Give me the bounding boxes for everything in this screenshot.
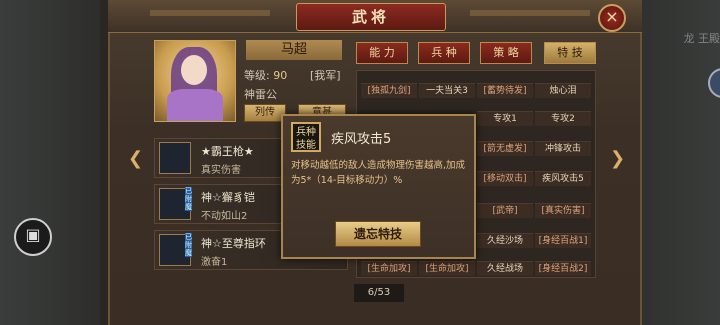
troop-skill-badge: 兵种技能 xyxy=(291,122,321,152)
skill-item[interactable]: 疾风攻击5 xyxy=(535,171,591,186)
tab-skills[interactable]: 特 技 xyxy=(544,42,596,64)
skill-detail-popup: 兵种技能 疾风攻击5 对移动越低的敌人造成物理伤害越高,加成为5*（14-目标移… xyxy=(281,114,476,259)
skill-item[interactable]: 烛心泪 xyxy=(535,83,591,98)
bio-button[interactable]: 列传 xyxy=(244,104,286,122)
equipment-effect: 不动如山2 xyxy=(201,211,248,222)
background-top-right-text: 龙 王殿 xyxy=(683,32,720,45)
forget-skill-button[interactable]: 遗忘特技 xyxy=(335,221,421,247)
skill-item[interactable]: [独孤九剑] xyxy=(361,83,417,98)
skill-item[interactable]: [身经百战1] xyxy=(535,233,591,248)
skill-item[interactable]: 专攻1 xyxy=(477,111,533,126)
skill-item[interactable]: [真实伤害] xyxy=(535,203,591,218)
skill-item[interactable]: [箭无虚发] xyxy=(477,141,533,156)
close-button[interactable]: × xyxy=(598,4,626,32)
hero-name: 马超 xyxy=(246,40,342,60)
portrait-face xyxy=(181,55,207,85)
spear-icon xyxy=(159,142,191,174)
next-arrow-icon[interactable]: ❯ xyxy=(610,148,625,169)
page-indicator: 6/53 xyxy=(354,284,404,302)
level-value: 90 xyxy=(273,69,288,82)
equipment-effect: 真实伤害 xyxy=(201,165,241,176)
tab-ability[interactable]: 能 力 xyxy=(356,42,408,64)
popup-title: 疾风攻击5 xyxy=(331,132,392,147)
skill-item[interactable]: 久经战场 xyxy=(477,261,533,276)
floating-menu-icon[interactable]: ▣ xyxy=(14,218,52,256)
skill-item[interactable]: [身经百战2] xyxy=(535,261,591,276)
equipment-effect: 激奋1 xyxy=(201,257,228,268)
portrait-robe xyxy=(167,89,223,121)
hero-faction: [我军] xyxy=(310,69,341,82)
title-ornament-right xyxy=(470,10,590,16)
skill-item[interactable]: [蓄势待发] xyxy=(477,83,533,98)
skill-item[interactable]: 专攻2 xyxy=(535,111,591,126)
enchanted-tag: 已附魔 xyxy=(185,233,192,257)
skill-item[interactable]: [生命加攻] xyxy=(419,261,475,276)
skill-item[interactable]: 冲锋攻击 xyxy=(535,141,591,156)
skill-item[interactable]: [移动双击] xyxy=(477,171,533,186)
title-ornament-left xyxy=(150,10,270,16)
background-left xyxy=(0,0,100,325)
hero-portrait xyxy=(154,40,236,122)
enchanted-tag: 已附魔 xyxy=(185,187,192,211)
skill-item[interactable]: 一夫当关3 xyxy=(419,83,475,98)
hero-level: 等级: 90 xyxy=(244,67,287,83)
equipment-name: 神☆至尊指环 xyxy=(201,237,266,250)
skill-item[interactable]: 久经沙场 xyxy=(477,233,533,248)
close-icon: × xyxy=(605,7,619,26)
tab-troops[interactable]: 兵 种 xyxy=(418,42,470,64)
level-label: 等级: xyxy=(244,69,270,82)
skill-item[interactable]: [生命加攻] xyxy=(361,261,417,276)
prev-arrow-icon[interactable]: ❮ xyxy=(128,148,143,169)
popup-description: 对移动越低的敌人造成物理伤害越高,加成为5*（14-目标移动力）% xyxy=(291,160,466,186)
tab-strategy[interactable]: 策 略 xyxy=(480,42,532,64)
hero-title: 神雷公 xyxy=(244,88,277,101)
window-title: 武将 xyxy=(296,3,446,31)
equipment-name: 神☆獬豸铠 xyxy=(201,191,255,204)
skill-item[interactable]: [武帝] xyxy=(477,203,533,218)
equipment-name: ★霸王枪★ xyxy=(201,145,254,158)
